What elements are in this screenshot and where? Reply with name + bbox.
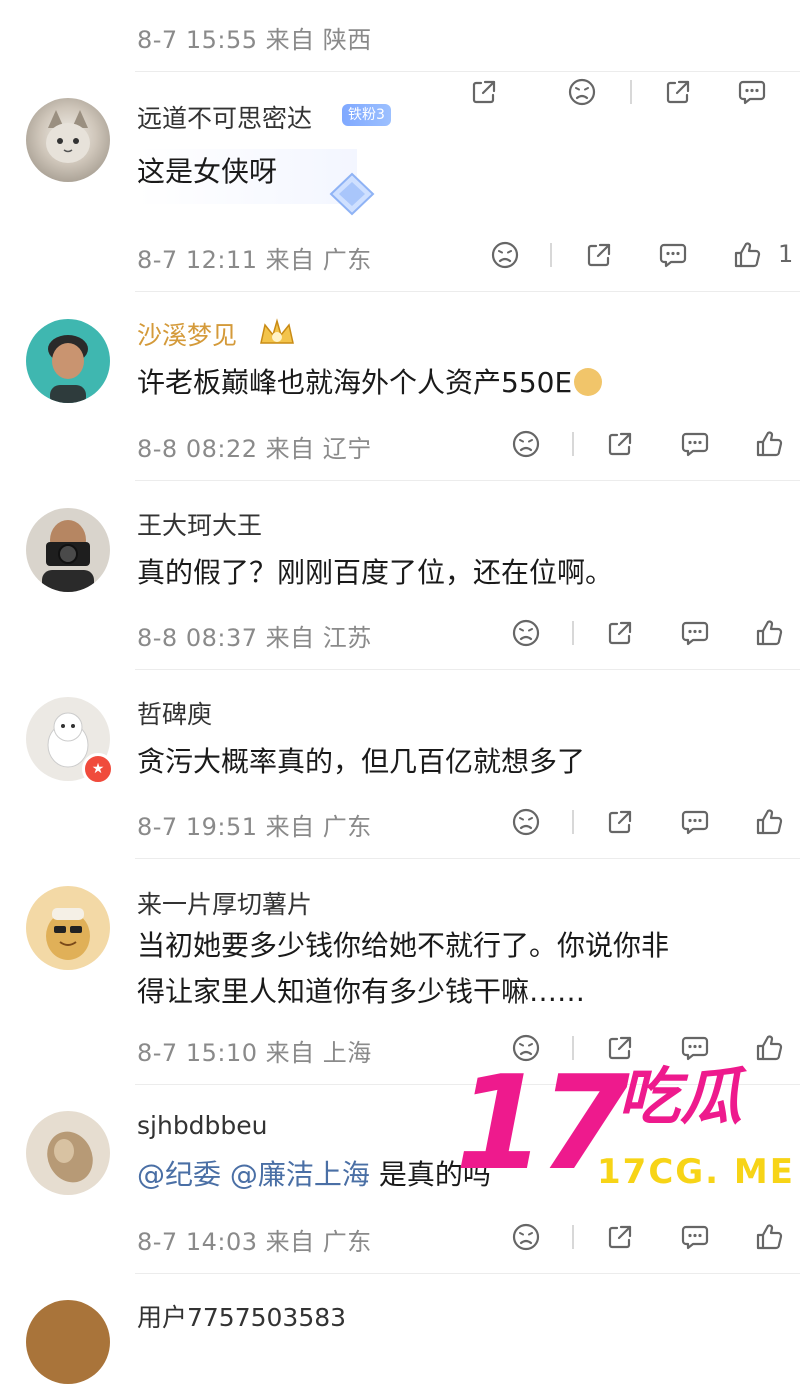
- divider: [135, 71, 800, 72]
- person-avatar-icon: [48, 335, 88, 403]
- username[interactable]: sjhbdbbeu: [137, 1111, 268, 1140]
- comment-meta: 8-8 08:37 来自 江苏: [137, 624, 372, 652]
- like-icon[interactable]: [754, 807, 784, 837]
- divider: [135, 669, 800, 670]
- cat-avatar-icon: [46, 110, 90, 163]
- username[interactable]: 远道不可思密达: [137, 99, 312, 135]
- dislike-icon[interactable]: [511, 429, 541, 459]
- separator: [572, 1225, 574, 1249]
- diamond-decoration-icon: [329, 172, 375, 216]
- username[interactable]: 王大珂大王: [137, 506, 262, 542]
- share-icon[interactable]: [663, 77, 693, 107]
- comment-text: 许老板巅峰也就海外个人资产550E: [137, 360, 603, 405]
- comment-icon[interactable]: [737, 77, 767, 107]
- verified-badge-icon: ★: [82, 753, 114, 785]
- share-icon[interactable]: [469, 77, 499, 107]
- comment-text-line1: 当初她要多少钱你给她不就行了。你说你非: [137, 929, 670, 962]
- comment-icon[interactable]: [680, 1222, 710, 1252]
- comment-meta: 8-8 08:22 来自 辽宁: [137, 435, 372, 463]
- comment-meta: 8-7 15:55 来自 陕西: [137, 26, 372, 54]
- crown-badge-icon: [260, 318, 294, 344]
- comment-icon[interactable]: [680, 807, 710, 837]
- like-icon[interactable]: [754, 429, 784, 459]
- separator: [572, 621, 574, 645]
- dislike-icon[interactable]: [511, 618, 541, 648]
- comment-text-line2: 得让家里人知道你有多少钱干嘛……: [137, 975, 586, 1008]
- like-icon[interactable]: [754, 618, 784, 648]
- separator: [572, 810, 574, 834]
- share-icon[interactable]: [584, 240, 614, 270]
- dislike-icon[interactable]: [567, 77, 597, 107]
- avatar[interactable]: ★: [26, 697, 114, 785]
- comment-meta: 8-7 12:11 来自 广东: [137, 246, 372, 274]
- like-icon[interactable]: [732, 240, 762, 270]
- share-icon[interactable]: [605, 1222, 635, 1252]
- comment-icon[interactable]: [680, 429, 710, 459]
- like-count: 1: [778, 240, 794, 268]
- fan-badge: 铁粉3: [342, 104, 391, 126]
- separator: [572, 432, 574, 456]
- like-icon[interactable]: [754, 1033, 784, 1063]
- comment-meta: 8-7 15:10 来自 上海: [137, 1039, 372, 1067]
- dislike-icon[interactable]: [490, 240, 520, 270]
- like-icon[interactable]: [754, 1222, 784, 1252]
- dislike-icon[interactable]: [511, 1222, 541, 1252]
- divider: [135, 480, 800, 481]
- share-icon[interactable]: [605, 807, 635, 837]
- comment-icon[interactable]: [680, 618, 710, 648]
- separator: [550, 243, 552, 267]
- animal-avatar-icon: [47, 1131, 93, 1183]
- username[interactable]: 用户7757503583: [137, 1298, 346, 1334]
- divider: [135, 1273, 800, 1274]
- separator: [630, 80, 632, 104]
- watermark-url: 17CG. ME: [597, 1152, 795, 1192]
- username[interactable]: 沙溪梦见: [137, 316, 237, 352]
- chip-mascot-avatar-icon: [46, 908, 90, 960]
- share-icon[interactable]: [605, 618, 635, 648]
- divider: [135, 291, 800, 292]
- mention-link[interactable]: @廉洁上海: [230, 1158, 370, 1191]
- comment-text: 真的假了？刚刚百度了位，还在位啊。: [137, 556, 614, 589]
- doge-emoji-icon: [574, 368, 603, 396]
- divider: [135, 858, 800, 859]
- avatar[interactable]: [26, 319, 110, 403]
- comment-meta: 8-7 14:03 来自 广东: [137, 1228, 372, 1256]
- dislike-icon[interactable]: [511, 807, 541, 837]
- comment-text: @纪委 @廉洁上海 是真的吗: [137, 1158, 491, 1191]
- comment-icon[interactable]: [658, 240, 688, 270]
- comment-icon[interactable]: [680, 1033, 710, 1063]
- photographer-avatar-icon: [42, 520, 94, 592]
- avatar[interactable]: [26, 98, 110, 182]
- mention-link[interactable]: @纪委: [137, 1158, 221, 1191]
- share-icon[interactable]: [605, 429, 635, 459]
- avatar[interactable]: [26, 508, 110, 592]
- avatar[interactable]: [26, 886, 110, 970]
- comment-text: 这是女侠呀: [137, 149, 358, 204]
- avatar[interactable]: [26, 1300, 110, 1384]
- avatar[interactable]: [26, 1111, 110, 1195]
- username[interactable]: 来一片厚切薯片: [137, 885, 312, 921]
- comment-text: 贪污大概率真的，但几百亿就想多了: [137, 745, 586, 778]
- watermark-chinese: 吃瓜: [618, 1060, 743, 1133]
- comment-meta: 8-7 19:51 来自 广东: [137, 813, 372, 841]
- username[interactable]: 哲碑庾: [137, 695, 212, 731]
